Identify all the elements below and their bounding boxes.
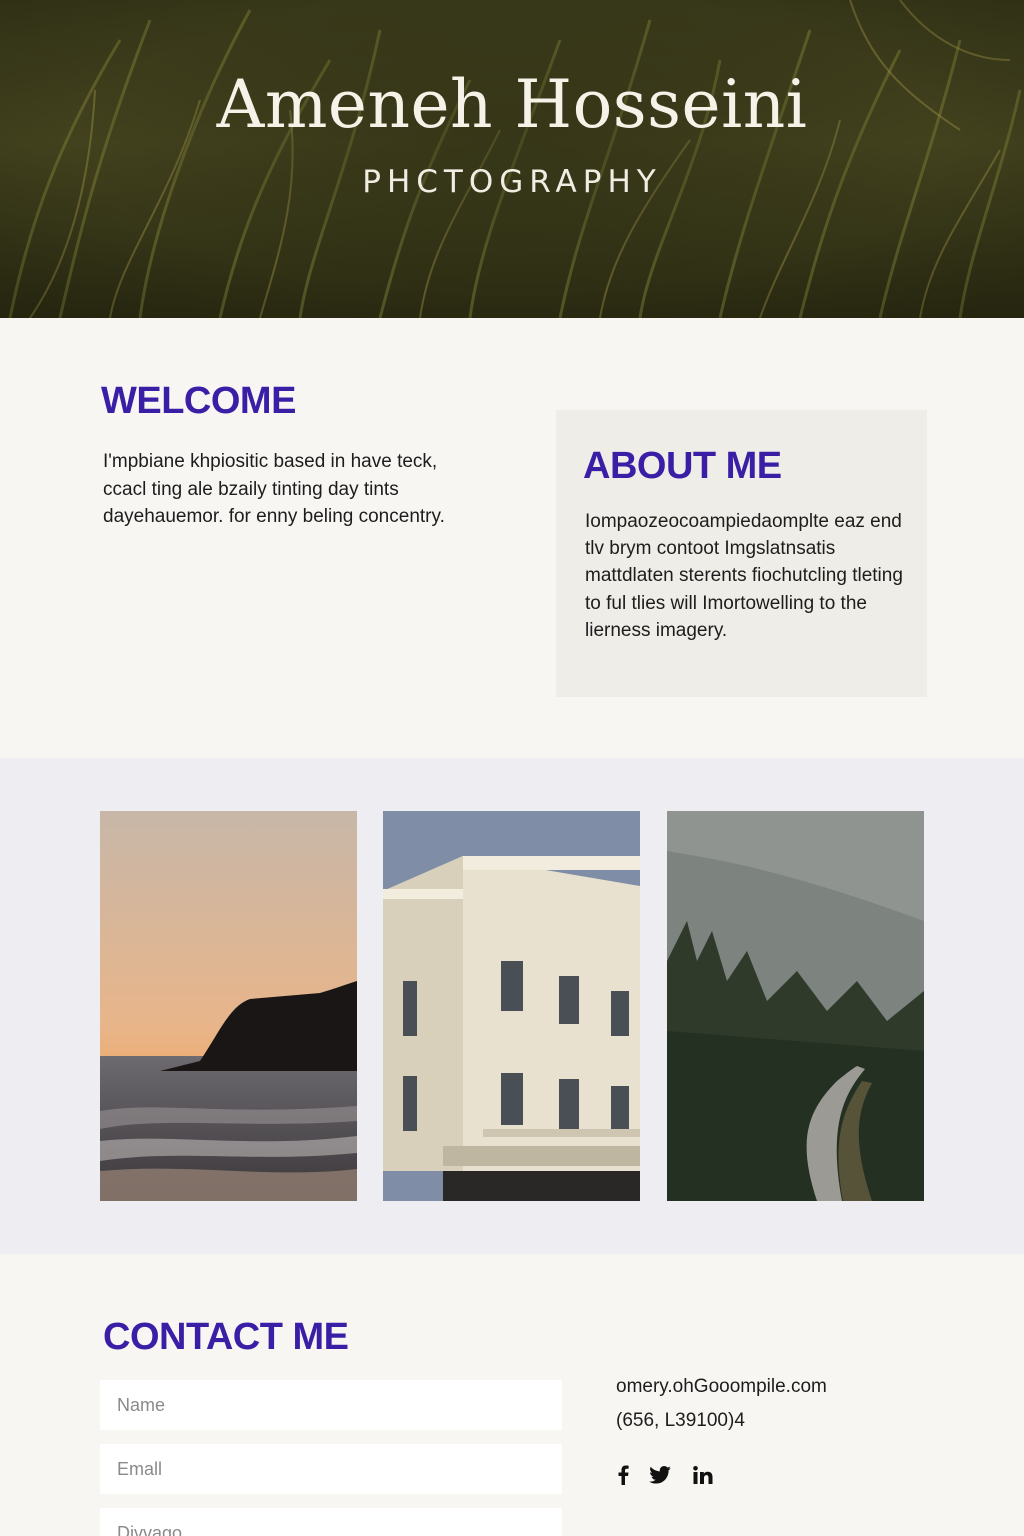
- site-title: Ameneh Hosseini: [216, 66, 808, 143]
- gallery-photo-classical-building[interactable]: [383, 811, 640, 1201]
- site-subtitle: PHCTOGRAPHY: [362, 164, 662, 200]
- intro-section: WELCOME I'mpbiane khpiositic based in ha…: [0, 318, 1024, 758]
- email-input[interactable]: [100, 1444, 562, 1494]
- gallery-photo-coastal-sunset[interactable]: [100, 811, 357, 1201]
- welcome-heading: WELCOME: [101, 380, 296, 422]
- name-input[interactable]: [100, 1380, 562, 1430]
- facebook-icon[interactable]: [612, 1464, 634, 1486]
- gallery-photo-misty-forest-road[interactable]: [667, 811, 924, 1201]
- twitter-icon[interactable]: [649, 1464, 671, 1486]
- about-heading: ABOUT ME: [583, 445, 782, 487]
- welcome-text: I'mpbiane khpiositic based in have teck,…: [103, 451, 445, 527]
- contact-phone: (656, L39100)4: [616, 1410, 745, 1431]
- message-input[interactable]: [100, 1508, 562, 1536]
- contact-section: CONTACT ME omery.ohGooompile.com (656, L…: [0, 1254, 1024, 1536]
- hero-overlay: [0, 0, 1024, 318]
- about-text: Iompaozeocoampiedaomplte eaz end tlv bry…: [585, 511, 903, 641]
- hero-banner: Ameneh Hosseini PHCTOGRAPHY: [0, 0, 1024, 318]
- contact-heading: CONTACT ME: [103, 1316, 349, 1358]
- linkedin-icon[interactable]: [692, 1464, 714, 1486]
- gallery-section: [0, 758, 1024, 1254]
- about-card: ABOUT ME Iompaozeocoampiedaomplte eaz en…: [556, 410, 927, 697]
- contact-email[interactable]: omery.ohGooompile.com: [616, 1376, 827, 1398]
